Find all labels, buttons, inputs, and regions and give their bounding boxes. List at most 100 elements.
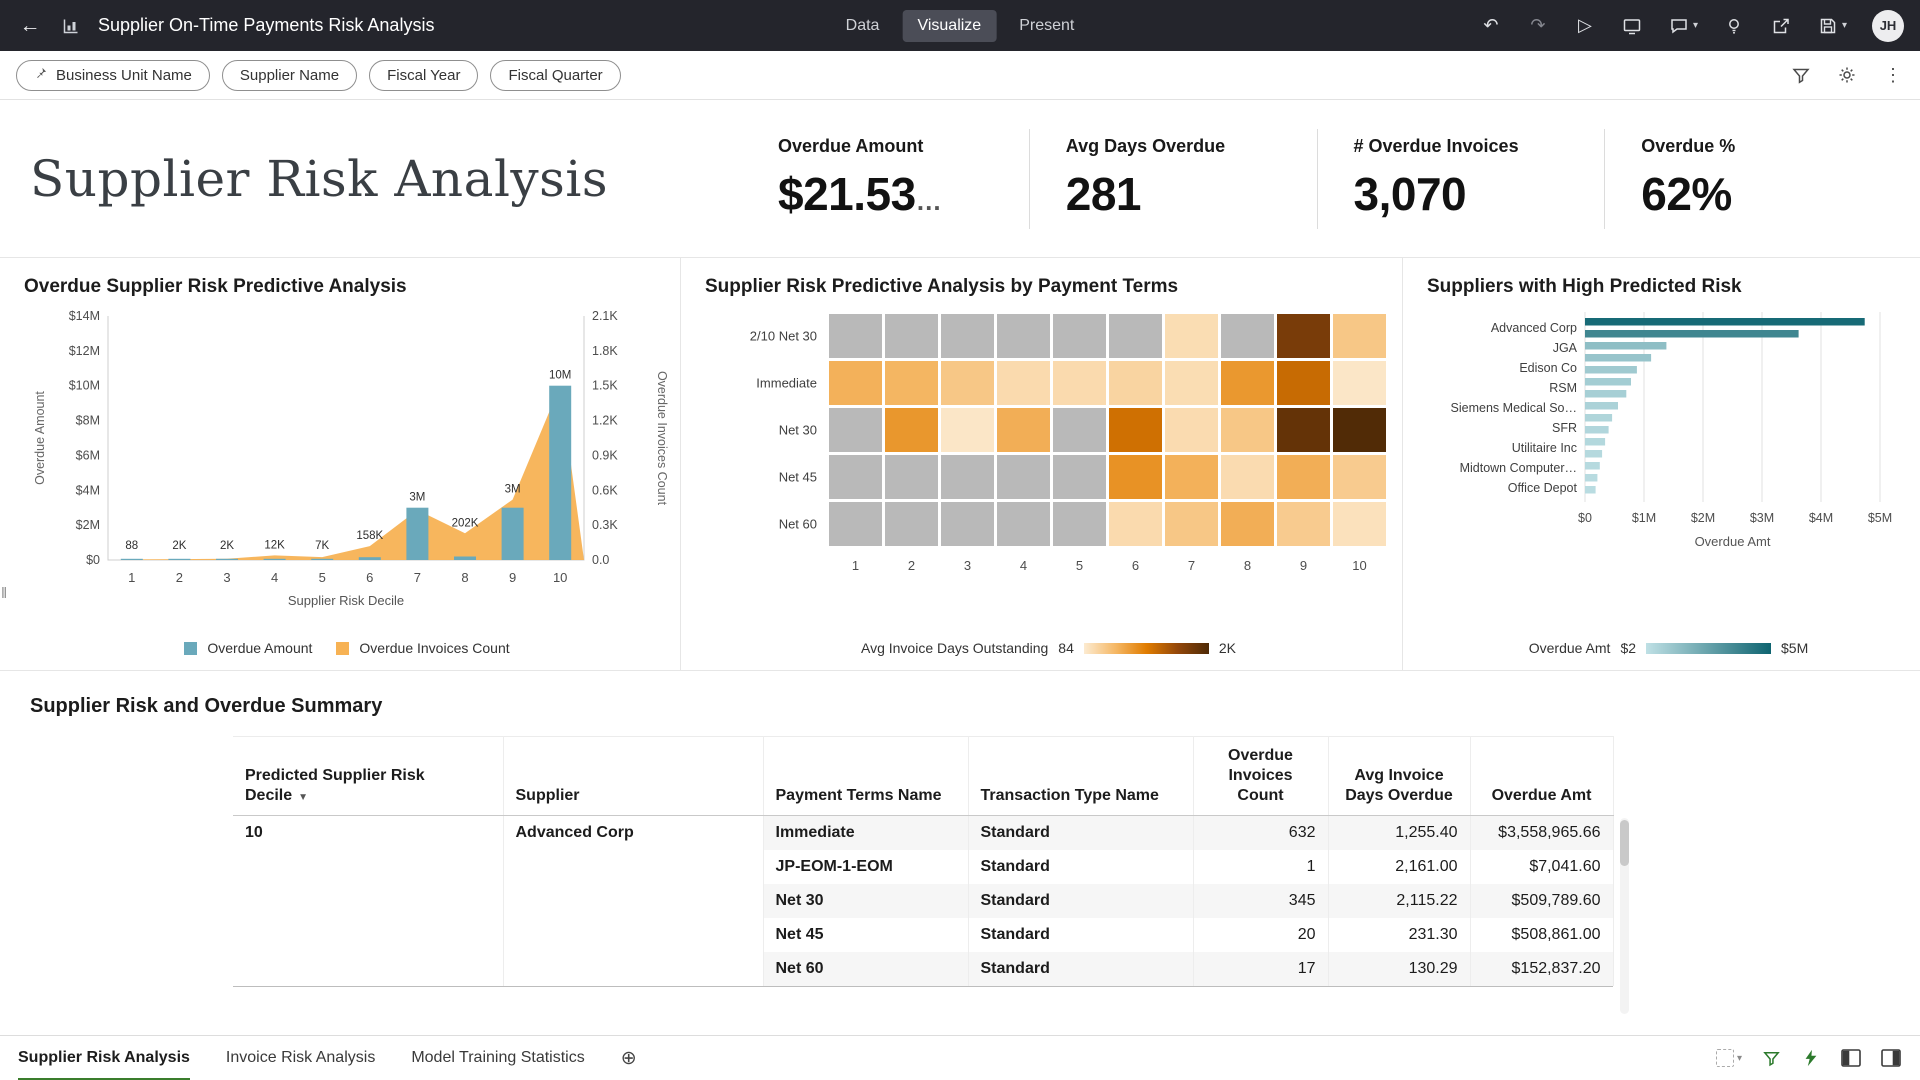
svg-text:$2M: $2M <box>1691 511 1715 525</box>
heatmap-svg: 2/10 Net 30ImmediateNet 30Net 45Net 6012… <box>705 302 1393 586</box>
column-header[interactable]: Overdue Amt <box>1470 737 1613 816</box>
canvas-tab-model-training[interactable]: Model Training Statistics <box>411 1036 584 1080</box>
kpi-overdue-amount[interactable]: Overdue Amount $21.53… <box>742 129 1029 229</box>
svg-text:12K: 12K <box>264 539 285 551</box>
comments-menu[interactable]: ▾ <box>1668 15 1698 37</box>
redo-icon[interactable]: ↷ <box>1527 15 1549 37</box>
back-arrow-icon[interactable]: ← <box>16 14 44 38</box>
filter-chip-label: Fiscal Year <box>387 67 460 84</box>
undo-icon[interactable]: ↶ <box>1480 15 1502 37</box>
svg-text:0.3K: 0.3K <box>592 518 618 532</box>
svg-text:10: 10 <box>1352 558 1366 573</box>
canvas-tab-bar: Supplier Risk Analysis Invoice Risk Anal… <box>0 1035 1920 1080</box>
kebab-menu-icon[interactable]: ⋮ <box>1882 64 1904 86</box>
kpi-overdue-percent[interactable]: Overdue % 62% <box>1604 129 1892 229</box>
svg-text:0.0: 0.0 <box>592 553 609 567</box>
filter-data-icon[interactable] <box>1760 1047 1782 1069</box>
column-header[interactable]: Supplier <box>503 737 763 816</box>
save-icon[interactable] <box>1817 15 1839 37</box>
hbar-chart: Advanced CorpJGAEdison CoRSMSiemens Medi… <box>1427 302 1910 640</box>
heatmap-chart: 2/10 Net 30ImmediateNet 30Net 45Net 6012… <box>705 302 1392 640</box>
column-header[interactable]: Transaction Type Name <box>968 737 1193 816</box>
svg-text:202K: 202K <box>452 517 479 529</box>
sort-caret-icon[interactable]: ▼ <box>298 792 308 803</box>
svg-text:2: 2 <box>908 558 915 573</box>
hbar-legend: Overdue Amt $2 $5M <box>1427 640 1910 662</box>
svg-text:158K: 158K <box>356 530 383 542</box>
add-canvas-icon[interactable]: ⊕ <box>621 1047 637 1070</box>
combo-chart-svg: $0$2M$4M$6M$8M$10M$12M$14M0.00.3K0.6K0.9… <box>24 302 670 624</box>
avatar[interactable]: JH <box>1872 10 1904 42</box>
lightning-icon[interactable] <box>1800 1047 1822 1069</box>
filter-chip-supplier-name[interactable]: Supplier Name <box>222 60 357 91</box>
filter-chip-fiscal-year[interactable]: Fiscal Year <box>369 60 478 91</box>
hbar-svg: Advanced CorpJGAEdison CoRSMSiemens Medi… <box>1427 302 1911 564</box>
kpi-label: Overdue Amount <box>778 136 1029 157</box>
column-header[interactable]: Avg Invoice Days Overdue <box>1328 737 1470 816</box>
limit-values-funnel-icon[interactable] <box>1790 64 1812 86</box>
charts-row: Overdue Supplier Risk Predictive Analysi… <box>0 257 1920 671</box>
table-scrollbar[interactable] <box>1620 818 1629 1014</box>
tab-data[interactable]: Data <box>831 10 895 42</box>
save-menu[interactable]: ▾ <box>1817 15 1847 37</box>
canvas-grid-menu[interactable]: ▾ <box>1716 1049 1742 1067</box>
svg-text:7: 7 <box>414 570 421 585</box>
svg-text:3: 3 <box>223 570 230 585</box>
kpi-overdue-invoices[interactable]: # Overdue Invoices 3,070 <box>1317 129 1605 229</box>
svg-text:$4M: $4M <box>76 483 100 497</box>
column-header[interactable]: Payment Terms Name <box>763 737 968 816</box>
scrollbar-thumb[interactable] <box>1620 820 1629 866</box>
legend-gradient <box>1646 643 1771 654</box>
svg-text:$10M: $10M <box>69 379 100 393</box>
comment-icon[interactable] <box>1668 15 1690 37</box>
canvas-tab-invoice-risk[interactable]: Invoice Risk Analysis <box>226 1036 375 1080</box>
pin-icon <box>34 66 48 84</box>
tab-visualize[interactable]: Visualize <box>902 10 996 42</box>
workbook-chart-icon <box>60 15 82 37</box>
column-header[interactable]: Predicted Supplier Risk Decile▼ <box>233 737 503 816</box>
table-cell: 231.30 <box>1328 918 1470 952</box>
svg-text:$8M: $8M <box>76 414 100 428</box>
table-cell: 130.29 <box>1328 952 1470 986</box>
layout-panel-right-icon[interactable] <box>1880 1047 1902 1069</box>
insights-bulb-icon[interactable] <box>1723 15 1745 37</box>
export-icon[interactable] <box>1770 15 1792 37</box>
viz-high-risk-suppliers[interactable]: Suppliers with High Predicted Risk Advan… <box>1402 258 1920 670</box>
canvas-tab-supplier-risk[interactable]: Supplier Risk Analysis <box>18 1036 190 1080</box>
filter-bar: Business Unit Name Supplier Name Fiscal … <box>0 51 1920 100</box>
viz-title: Suppliers with High Predicted Risk <box>1427 276 1910 298</box>
svg-text:$14M: $14M <box>69 309 100 323</box>
legend-gradient <box>1084 643 1209 654</box>
layout-panel-left-icon[interactable] <box>1840 1047 1862 1069</box>
caret-down-icon: ▾ <box>1737 1053 1742 1064</box>
svg-text:1.2K: 1.2K <box>592 414 618 428</box>
kpi-value: 281 <box>1066 167 1317 221</box>
svg-text:Edison Co: Edison Co <box>1519 361 1577 375</box>
settings-gear-icon[interactable] <box>1836 64 1858 86</box>
svg-text:Overdue Amount: Overdue Amount <box>33 391 47 485</box>
svg-text:2: 2 <box>176 570 183 585</box>
panel-resize-handle[interactable]: ‖ <box>1 585 5 602</box>
viz-risk-by-payment-terms[interactable]: Supplier Risk Predictive Analysis by Pay… <box>680 258 1402 670</box>
table-row[interactable]: 10Advanced CorpImmediateStandard6321,255… <box>233 816 1613 851</box>
filter-chip-fiscal-quarter[interactable]: Fiscal Quarter <box>490 60 620 91</box>
top-bar: ← Supplier On-Time Payments Risk Analysi… <box>0 0 1920 51</box>
svg-text:$12M: $12M <box>69 344 100 358</box>
svg-text:2K: 2K <box>172 540 186 552</box>
svg-text:9: 9 <box>509 570 516 585</box>
present-screen-icon[interactable] <box>1621 15 1643 37</box>
table-cell: Net 30 <box>763 884 968 918</box>
table-cell: Standard <box>968 952 1193 986</box>
kpi-row: Overdue Amount $21.53… Avg Days Overdue … <box>742 129 1892 229</box>
column-header[interactable]: Overdue Invoices Count <box>1193 737 1328 816</box>
kpi-avg-days-overdue[interactable]: Avg Days Overdue 281 <box>1029 129 1317 229</box>
filter-chip-business-unit[interactable]: Business Unit Name <box>16 60 210 91</box>
svg-text:$3M: $3M <box>1750 511 1774 525</box>
svg-text:5: 5 <box>319 570 326 585</box>
preview-play-icon[interactable]: ▷ <box>1574 15 1596 37</box>
kpi-value: 3,070 <box>1354 167 1605 221</box>
legend-min: 84 <box>1058 640 1074 656</box>
tab-present[interactable]: Present <box>1004 10 1089 42</box>
svg-text:8: 8 <box>461 570 468 585</box>
viz-overdue-risk-predictive[interactable]: Overdue Supplier Risk Predictive Analysi… <box>0 258 680 670</box>
